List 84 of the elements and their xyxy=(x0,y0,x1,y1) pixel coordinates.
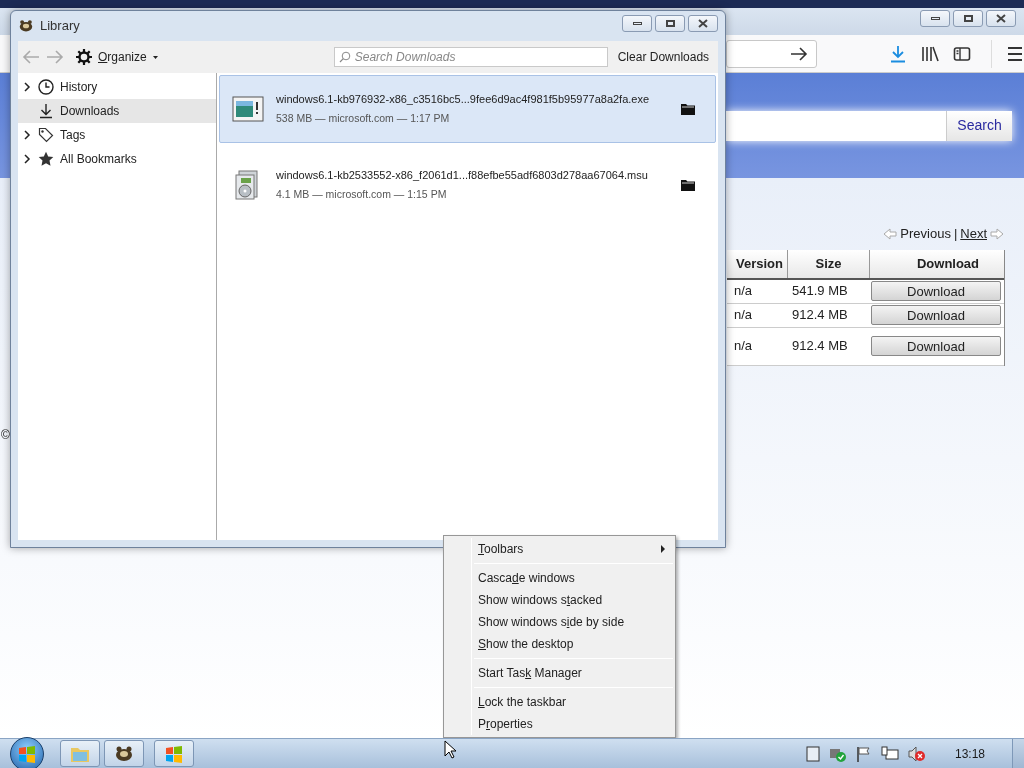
folder-icon[interactable] xyxy=(681,179,695,191)
start-button[interactable] xyxy=(10,736,44,768)
download-icon[interactable] xyxy=(889,44,907,63)
menu-item[interactable]: Lock the taskbar xyxy=(444,691,675,713)
menu-item[interactable]: Show windows side by side xyxy=(444,611,675,633)
document-icon[interactable] xyxy=(806,745,820,762)
clock[interactable]: 13:18 xyxy=(955,744,995,763)
windows-flag-icon xyxy=(164,744,184,763)
muted-speaker-icon[interactable] xyxy=(908,745,926,762)
file-name: windows6.1-kb976932-x86_c3516bc5...9fee6d9ac4f981f5b95977a8a2fa.exe xyxy=(276,92,650,108)
menu-item[interactable]: Start Task Manager xyxy=(444,662,675,684)
download-button[interactable]: Download xyxy=(871,305,1001,325)
pager-separator: | xyxy=(953,225,958,243)
table-cell-text: 912.4 MB xyxy=(791,337,849,356)
menu-item[interactable]: Toolbars xyxy=(444,538,675,560)
close-button[interactable] xyxy=(688,14,718,32)
menu-item[interactable]: Properties xyxy=(444,713,675,735)
minimize-button[interactable] xyxy=(920,10,950,27)
tag-icon xyxy=(38,127,54,143)
sidebar-item[interactable]: Tags xyxy=(18,123,216,147)
clear-downloads-button[interactable]: Clear Downloads xyxy=(617,48,710,66)
windows-flag-icon xyxy=(17,744,37,763)
organize-button[interactable]: Organize xyxy=(76,48,158,66)
left-arrow-icon xyxy=(883,227,898,240)
submenu-arrow-icon xyxy=(661,545,665,553)
address-field[interactable] xyxy=(726,39,817,68)
chevron-icon[interactable] xyxy=(24,130,31,140)
sidebar-item[interactable]: History xyxy=(18,75,216,99)
maximize-icon xyxy=(665,19,675,27)
minimize-icon xyxy=(632,21,642,25)
download-icon xyxy=(38,103,54,119)
minimize-icon xyxy=(930,17,940,20)
close-icon xyxy=(996,14,1006,23)
menu-item[interactable]: Show the desktop xyxy=(444,633,675,655)
download-item[interactable]: windows6.1-kb2533552-x86_f2061d1...f88efbe55adf6803d278aa67064.msu 4.1 MB — microsoft.com — 1:15 PM xyxy=(219,151,716,219)
menu-item[interactable]: Cascade windows xyxy=(444,567,675,589)
table-cell-text: n/a xyxy=(733,306,754,325)
sidebar-item[interactable]: Downloads xyxy=(18,99,216,123)
go-arrow-icon[interactable] xyxy=(790,46,808,61)
restore-button[interactable] xyxy=(953,10,983,27)
menu-item[interactable]: Show windows stacked xyxy=(444,589,675,611)
cursor-icon xyxy=(444,740,456,759)
copyright-fragment: © xyxy=(1,426,11,444)
file-name: windows6.1-kb2533552-x86_f2061d1...f88efbe55adf6803d278aa67064.msu xyxy=(276,168,648,184)
chevron-icon[interactable] xyxy=(24,154,31,164)
library-icon[interactable] xyxy=(921,44,939,63)
search-field[interactable]: Search Downloads xyxy=(333,47,608,67)
file-details: 4.1 MB — microsoft.com — 1:15 PM xyxy=(276,186,448,202)
search-field[interactable] xyxy=(726,110,946,141)
table-cell-text: n/a xyxy=(733,337,754,356)
download-item[interactable]: windows6.1-kb976932-x86_c3516bc5...9fee6d9ac4f981f5b95977a8a2fa.exe 538 MB — microsoft.com — 1:17 PM xyxy=(219,75,716,143)
close-button[interactable] xyxy=(986,10,1016,27)
flag-icon[interactable] xyxy=(856,745,872,762)
chevron-icon[interactable] xyxy=(24,82,31,92)
network-icon[interactable] xyxy=(881,745,899,762)
file-details: 538 MB — microsoft.com — 1:17 PM xyxy=(276,110,451,126)
gear-icon xyxy=(76,49,92,65)
sidebar-item[interactable]: All Bookmarks xyxy=(18,147,216,171)
right-arrow-icon xyxy=(990,227,1004,240)
download-button[interactable]: Download xyxy=(871,281,1001,301)
menu-icon[interactable] xyxy=(1006,45,1024,62)
previous-link[interactable]: Previous xyxy=(900,224,951,244)
table-cell-text: n/a xyxy=(733,282,754,301)
sidebar-icon[interactable] xyxy=(953,44,971,63)
next-link[interactable]: Next xyxy=(960,224,987,244)
table-cell-text: 912.4 MB xyxy=(791,306,849,325)
clock-icon xyxy=(38,79,54,95)
program-window-icon xyxy=(232,96,264,122)
caret-icon xyxy=(152,55,158,59)
maximize-button[interactable] xyxy=(655,14,685,32)
close-icon xyxy=(698,18,708,28)
search-icon xyxy=(338,51,351,63)
folder-icon[interactable] xyxy=(681,103,695,115)
column-header: Version xyxy=(727,249,788,278)
column-header: Download xyxy=(915,254,981,273)
table-cell-text: 541.9 MB xyxy=(791,282,849,301)
download-button[interactable]: Download xyxy=(871,336,1001,356)
minimize-button[interactable] xyxy=(622,14,652,32)
taskbar-button[interactable] xyxy=(104,740,144,767)
restore-icon xyxy=(963,15,973,22)
star-icon xyxy=(38,151,54,167)
column-header: Size xyxy=(788,249,870,278)
search-button[interactable]: Search xyxy=(946,110,1012,141)
window-title: Library xyxy=(40,17,80,36)
